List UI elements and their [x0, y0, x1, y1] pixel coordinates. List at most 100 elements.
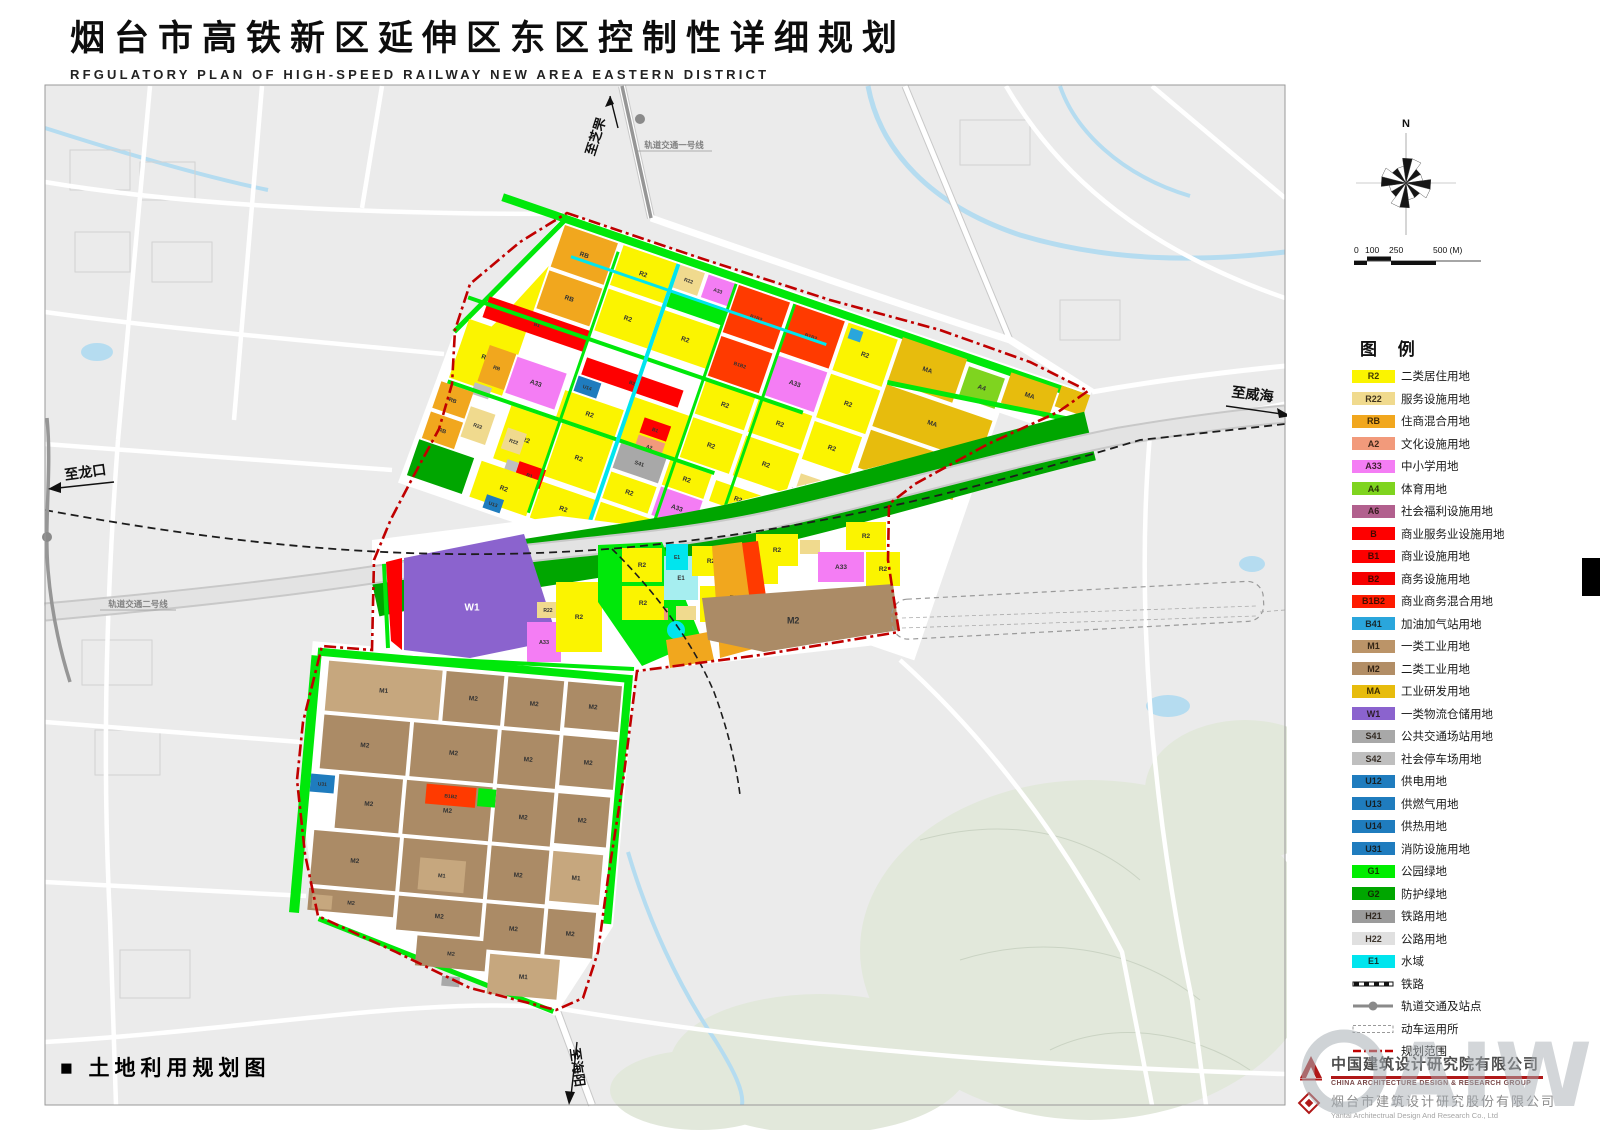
legend-swatch-H22: H22 [1352, 932, 1395, 945]
scalebar-segment [1391, 261, 1436, 265]
map-parcel-code: M2 [588, 704, 598, 712]
legend-label: 加油加气站用地 [1401, 616, 1482, 632]
legend-label: 商业服务业设施用地 [1401, 526, 1505, 542]
legend-swatch-M2: M2 [1352, 662, 1395, 675]
scalebar-segment [1354, 261, 1367, 265]
scalebar-tick: 100 [1365, 245, 1379, 255]
legend-label: 防护绿地 [1401, 886, 1447, 902]
map-parcel-code: M2 [787, 615, 800, 625]
legend-swatch-A33: A33 [1352, 460, 1395, 473]
legend-symbol-svg-depot [1352, 1022, 1395, 1036]
map-parcel-code: A33 [539, 640, 549, 646]
map-circle [667, 621, 685, 639]
legend-label: 一类物流仓储用地 [1401, 706, 1493, 722]
sheet-name: ■ 土地利用规划图 [60, 1052, 271, 1082]
legend-label: 商务设施用地 [1401, 571, 1470, 587]
compass-svg: N [1350, 113, 1462, 238]
legend-label: 轨道交通及站点 [1401, 998, 1482, 1014]
legend-label: 供燃气用地 [1401, 796, 1459, 812]
map-parcel-code: M2 [529, 701, 539, 709]
legend-item-S41: S41公共交通场站用地 [1352, 725, 1597, 748]
map-parcel-code: M1 [379, 687, 389, 695]
legend-item-A6: A6社会福利设施用地 [1352, 500, 1597, 523]
map-parcel-code: R2 [879, 566, 888, 573]
legend-label: 商业设施用地 [1401, 548, 1470, 564]
legend-symbol-rail [1352, 977, 1395, 991]
map-parcel-code: M2 [449, 750, 459, 758]
legend-label: 铁路用地 [1401, 908, 1447, 924]
map-parcel-code: M2 [443, 807, 453, 815]
legend-swatch-H21: H21 [1352, 910, 1395, 923]
legend-label: 一类工业用地 [1401, 638, 1470, 654]
legend-item-M2: M2 二类工业用地 [1352, 658, 1597, 681]
page-root: RBRBR2R2R22A33R2B1B2B1B2R2MAA4MAB1B2R2RB… [0, 0, 1600, 1130]
map-rect [800, 540, 820, 554]
legend-label: 公路用地 [1401, 931, 1447, 947]
legend-label: 文化设施用地 [1401, 436, 1470, 452]
map-parcel-code: M2 [360, 742, 370, 750]
legend-item-U12: U12 供电用地 [1352, 770, 1597, 793]
legend-label: 公共交通场站用地 [1401, 728, 1493, 744]
map-parcel-code: M1 [518, 974, 528, 982]
scale-bar: 0100250500 (M) [1347, 243, 1497, 275]
legend-swatch-U31: U31 [1352, 842, 1395, 855]
map-parcel-code: M2 [577, 817, 587, 825]
legend-item-A2: A2 文化设施用地 [1352, 433, 1597, 456]
map-rect [676, 606, 696, 620]
company-name-cn: 中国建筑设计研究院有限公司 [1331, 1053, 1597, 1074]
company-name-en: CHINA ARCHITECTURE DESIGN & RESEARCH GRO… [1331, 1080, 1597, 1087]
scalebar-tick: 0 [1354, 245, 1359, 255]
legend-swatch-M1: M1 [1352, 640, 1395, 653]
legend-title: 图 例 [1360, 335, 1423, 360]
map-parcel-code: M2 [434, 913, 444, 921]
map-parcel-code: R2 [862, 533, 871, 540]
legend-swatch-W1: W1 [1352, 707, 1395, 720]
legend-item-U13: U13供燃气用地 [1352, 793, 1597, 816]
map-rect [477, 788, 497, 808]
legend-item-B2: B2 商务设施用地 [1352, 568, 1597, 591]
transit-line1-label: 轨道交通一号线 [644, 140, 704, 150]
legend-item-M1: M1 一类工业用地 [1352, 635, 1597, 658]
transit-line2-label: 轨道交通二号线 [108, 599, 168, 609]
sheet-label: 土地利用规划图 [89, 1057, 271, 1080]
legend-swatch-R22: R22 [1352, 392, 1395, 405]
legend-swatch-S42: S42 [1352, 752, 1395, 765]
legend-item-G2: G2 防护绿地 [1352, 883, 1597, 906]
legend-label: 供电用地 [1401, 773, 1447, 789]
legend-item-depot: 动车运用所 [1352, 1018, 1597, 1041]
legend-label: 水域 [1401, 953, 1424, 969]
legend-swatch-G1: G1 [1352, 865, 1395, 878]
company2-name-en: Yantai Architectrual Design And Research… [1331, 1111, 1597, 1120]
legend-swatch-U12: U12 [1352, 775, 1395, 788]
legend-item-W1: W1 一类物流仓储用地 [1352, 703, 1597, 726]
map-parcel-code: E1 [674, 555, 680, 561]
legend-swatch-G2: G2 [1352, 887, 1395, 900]
legend-swatch-B2: B2 [1352, 572, 1395, 585]
scalebar-tick: 500 (M) [1433, 245, 1462, 255]
legend-symbol-svg-rail [1352, 977, 1395, 991]
map-parcel-code: U31 [317, 781, 327, 788]
legend-label: 工业研发用地 [1401, 683, 1470, 699]
legend-item-B1: B1商业设施用地 [1352, 545, 1597, 568]
legend-item-R2: R2二类居住用地 [1352, 365, 1597, 388]
cadg-logo-svg [1297, 1053, 1325, 1081]
map-parcel-code: R2 [773, 547, 782, 554]
map-parcel-code: R22 [543, 608, 552, 614]
map-parcel-code: M1 [571, 875, 581, 883]
cadg-logo-icon [1297, 1053, 1325, 1086]
legend-item-MA: MA工业研发用地 [1352, 680, 1597, 703]
legend-symbol-transit [1352, 999, 1395, 1013]
company-logos: 中国建筑设计研究院有限公司 CHINA ARCHITECTURE DESIGN … [1297, 1053, 1597, 1124]
legend-label: 住商混合用地 [1401, 413, 1470, 429]
edge-black-chip [1582, 558, 1600, 596]
legend-item-R22: R22服务设施用地 [1352, 388, 1597, 411]
legend-item-A33: A33中小学用地 [1352, 455, 1597, 478]
legend-swatch-E1: E1 [1352, 955, 1395, 968]
legend-swatch-A2: A2 [1352, 437, 1395, 450]
map-parcel-code: A33 [835, 564, 847, 571]
scalebar-svg: 0100250500 (M) [1347, 243, 1497, 275]
legend-label: 二类工业用地 [1401, 661, 1470, 677]
transit-station-dot [42, 532, 52, 542]
map-parcel-code: M2 [347, 900, 355, 907]
legend-item-RB: RB住商混合用地 [1352, 410, 1597, 433]
